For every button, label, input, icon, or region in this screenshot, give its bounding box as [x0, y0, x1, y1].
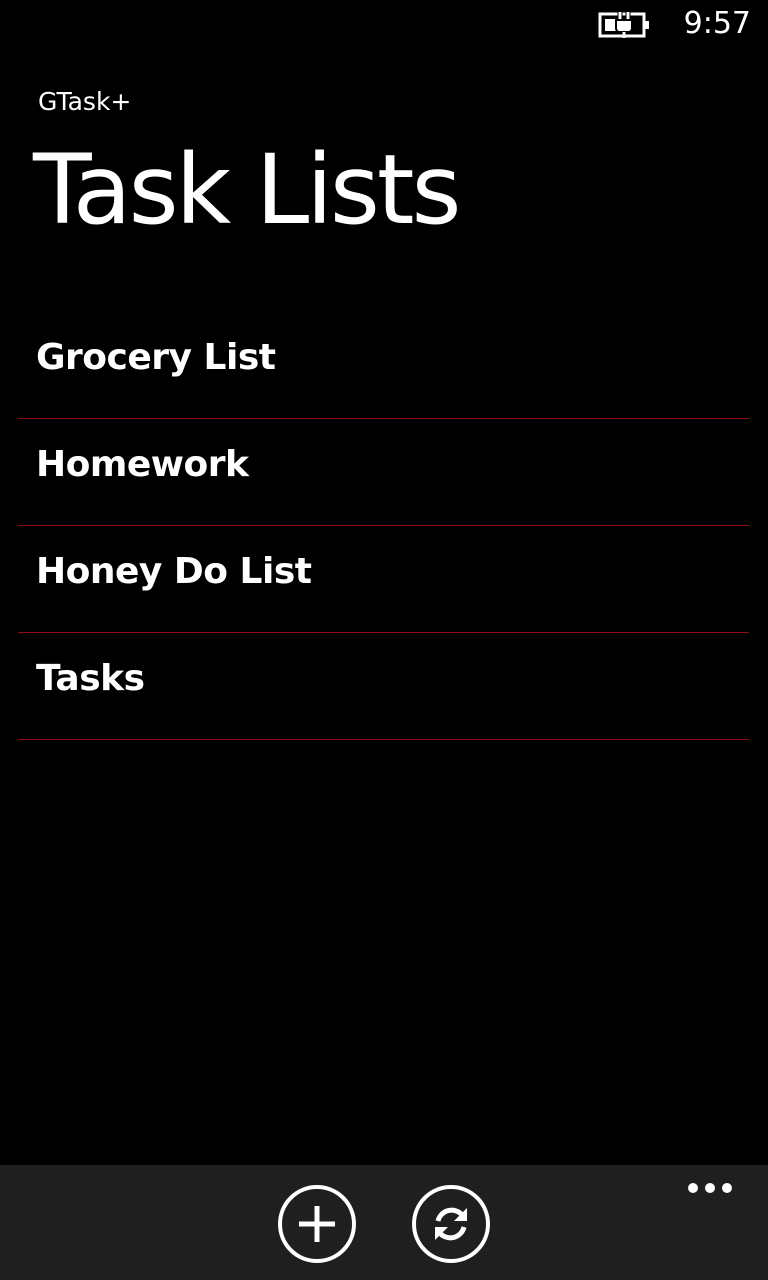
add-icon [299, 1206, 335, 1242]
status-bar: 9:57 [0, 0, 768, 48]
app-bar [0, 1165, 768, 1280]
task-list: Grocery List Homework Honey Do List Task… [18, 312, 749, 740]
list-item-label: Homework [36, 444, 249, 485]
list-item-homework[interactable]: Homework [18, 419, 749, 526]
list-item-tasks[interactable]: Tasks [18, 633, 749, 740]
page-title: Task Lists [33, 134, 462, 246]
app-title: GTask+ [38, 87, 132, 116]
list-item-label: Honey Do List [36, 551, 312, 592]
list-item-grocery-list[interactable]: Grocery List [18, 312, 749, 419]
list-item-honey-do-list[interactable]: Honey Do List [18, 526, 749, 633]
screen: 9:57 GTask+ Task Lists Grocery List Home… [0, 0, 768, 1280]
battery-charging-icon [598, 12, 649, 38]
clock: 9:57 [683, 6, 751, 41]
list-item-label: Grocery List [36, 337, 276, 378]
add-button[interactable] [278, 1185, 356, 1263]
sync-icon [435, 1207, 467, 1241]
sync-button[interactable] [412, 1185, 490, 1263]
more-ellipsis-icon[interactable] [686, 1183, 734, 1197]
list-item-label: Tasks [36, 658, 145, 699]
